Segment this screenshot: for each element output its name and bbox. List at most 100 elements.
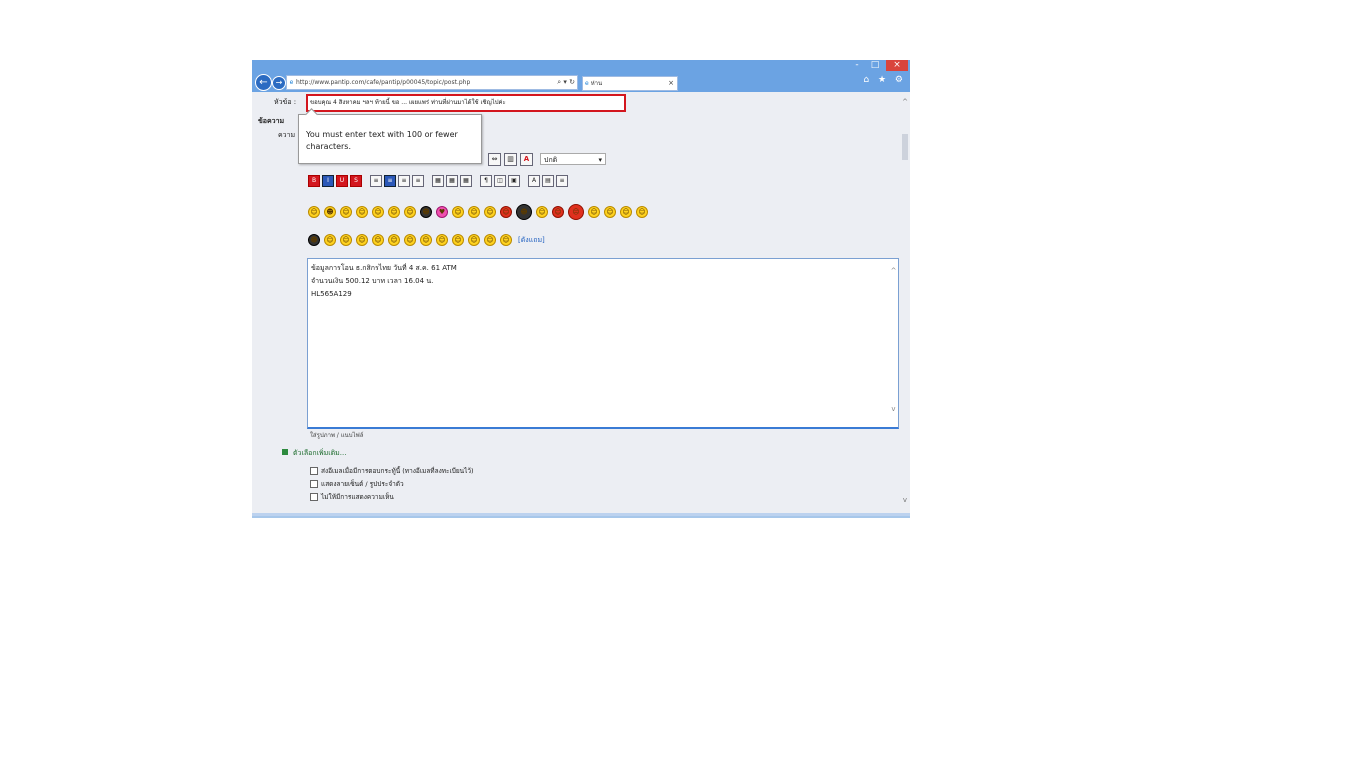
emoticon-icon[interactable]: ☻ [516,204,532,220]
option-label: แสดงลายเซ็นต์ / รูปประจำตัว [321,480,404,488]
emoticon-icon[interactable]: ☺ [372,234,384,246]
tab-close-icon[interactable]: × [668,77,674,90]
scroll-up-icon[interactable]: ^ [889,267,898,275]
column-button[interactable]: ▥ [504,152,517,166]
title-input[interactable]: ขอบคุณ 4 สิงหาคม ฯลฯ ท้ายนี้ ขอ ... เผยแ… [306,94,626,112]
option-item[interactable]: ส่งอีเมลเมื่อมีการตอบกระทู้นี้ (ทางอีเมล… [310,466,474,476]
option-item[interactable]: แสดงลายเซ็นต์ / รูปประจำตัว [310,479,404,489]
forward-button[interactable]: → [272,76,286,90]
page-scrollbar[interactable]: ^ v [900,92,910,516]
emoticon-icon[interactable]: ♥ [436,206,448,218]
emoticon-icon[interactable]: ☺ [404,234,416,246]
editor-toolbar-row2: B I U S ≡ ≡ ≡ ≡ ▦ ▦ ▦ ¶ ◫ ▣ A ▤ ≡ [308,174,568,188]
option-item[interactable]: ไม่ให้มีการแสดงความเห็น [310,492,394,502]
emoticon-icon[interactable]: ☻ [420,206,432,218]
italic-button[interactable]: I [322,175,334,187]
more-emoticons-link[interactable]: [ดังแถม] [518,235,545,246]
emoticon-icon[interactable]: ☺ [436,234,448,246]
emoticon-icon[interactable]: ☺ [372,206,384,218]
checkbox[interactable] [310,480,318,488]
table-row-button[interactable]: ▦ [446,175,458,187]
page-scroll-up-icon[interactable]: ^ [900,98,910,106]
font-size-select[interactable]: ปกติ ▾ [540,153,606,165]
text-style-button[interactable]: A [528,175,540,187]
page-scroll-down-icon[interactable]: v [900,496,910,504]
emoticon-icon[interactable]: ☺ [552,206,564,218]
emoticon-icon[interactable]: ☺ [452,234,464,246]
minimize-button[interactable]: - [850,60,864,71]
options-heading: ตัวเลือกเพิ่มเติม... [293,449,347,457]
emoticon-icon[interactable]: ☺ [356,206,368,218]
emoticon-icon[interactable]: ☺ [484,206,496,218]
checkbox[interactable] [310,467,318,475]
emoticon-icon[interactable]: ☺ [356,234,368,246]
font-color-button[interactable]: A [520,152,533,166]
emoticon-icon[interactable]: ☺ [536,206,548,218]
align-center-button[interactable]: ≡ [384,175,396,187]
bold-button[interactable]: B [308,175,320,187]
underline-button[interactable]: U [336,175,348,187]
emoticon-icon[interactable]: ☹ [568,204,584,220]
tab-ie-icon: e [585,80,589,87]
home-favorites-settings-icons[interactable]: ⌂ ★ ⚙ [863,75,906,85]
emoticon-icon[interactable]: ☺ [468,206,480,218]
strike-button[interactable]: S [350,175,362,187]
checkbox[interactable] [310,493,318,501]
emoticon-icon[interactable]: ☺ [308,206,320,218]
title-label: หัวข้อ : [274,98,297,106]
paragraph-button[interactable]: ¶ [480,175,492,187]
option-label: ส่งอีเมลเมื่อมีการตอบกระทู้นี้ (ทางอีเมล… [321,467,474,475]
emoticon-icon[interactable]: ☺ [420,234,432,246]
more-button[interactable]: ≡ [556,175,568,187]
table-button[interactable]: ▦ [432,175,444,187]
table-col-button[interactable]: ▦ [460,175,472,187]
scroll-down-icon[interactable]: v [889,405,898,413]
emoticon-icon[interactable]: ☺ [340,234,352,246]
editor-line: จำนวนเงิน 500.12 บาท เวลา 16.04 น. [311,277,434,285]
section-subtitle: ความ [278,131,296,139]
tooltip-message: You must enter text with 100 or fewer ch… [306,130,458,151]
align-left-button[interactable]: ≡ [370,175,382,187]
emoticon-icon[interactable]: ☺ [452,206,464,218]
scroll-thumb[interactable] [902,134,908,160]
address-bar[interactable]: e http://www.pantip.com/cafe/pantip/p0004… [286,75,578,90]
address-tools-icon[interactable]: ⌕ ▾ ↻ [557,76,575,89]
emoticon-icon[interactable]: ☺ [468,234,480,246]
emoticon-icon[interactable]: ☺ [404,206,416,218]
expand-icon [282,449,288,455]
emoticon-icon[interactable]: ☺ [388,206,400,218]
justify-button[interactable]: ≡ [412,175,424,187]
image-button[interactable]: ◫ [494,175,506,187]
address-text: http://www.pantip.com/cafe/pantip/p00045… [296,79,471,86]
emoticon-icon[interactable]: ☻ [308,234,320,246]
emoticon-icon[interactable]: ☺ [340,206,352,218]
emoticon-icon[interactable]: ☺ [484,234,496,246]
emoticon-icon[interactable]: ☺ [500,206,512,218]
ie-icon: e [289,79,294,86]
emoticon-icon[interactable]: ☺ [636,206,648,218]
emoticon-icon[interactable]: ☺ [588,206,600,218]
emoticon-icon[interactable]: ☺ [324,234,336,246]
option-label: ไม่ให้มีการแสดงความเห็น [321,493,394,501]
emoticon-icon[interactable]: ☺ [620,206,632,218]
message-editor[interactable]: ข้อมูลการโอน ธ.กสิกรไทย วันที่ 4 ส.ค. 61… [307,258,899,429]
emoticon-icon[interactable]: ☺ [604,206,616,218]
editor-toolbar-row1: ⇔ ▥ A ปกติ ▾ [488,152,606,166]
maximize-button[interactable]: □ [868,60,882,71]
title-bar: - □ × [252,60,910,72]
list-button[interactable]: ▤ [542,175,554,187]
emoticon-icon[interactable]: ☻ [324,206,336,218]
editor-text[interactable]: ข้อมูลการโอน ธ.กสิกรไทย วันที่ 4 ส.ค. 61… [311,262,457,301]
navigation-bar: ← → e http://www.pantip.com/cafe/pantip/p… [252,72,910,92]
editor-scrollbar[interactable]: ^ v [889,259,898,427]
align-right-button[interactable]: ≡ [398,175,410,187]
emoticon-icon[interactable]: ☺ [388,234,400,246]
back-button[interactable]: ← [255,74,272,91]
emoticon-icon[interactable]: ☺ [500,234,512,246]
align-button[interactable]: ⇔ [488,152,501,166]
browser-tab[interactable]: e ห่าน × [582,76,678,91]
media-button[interactable]: ▣ [508,175,520,187]
options-toggle[interactable]: ตัวเลือกเพิ่มเติม... [282,448,346,459]
attach-link[interactable]: ใส่รูปภาพ / แนบไฟล์ [310,430,363,440]
close-button[interactable]: × [886,60,908,71]
